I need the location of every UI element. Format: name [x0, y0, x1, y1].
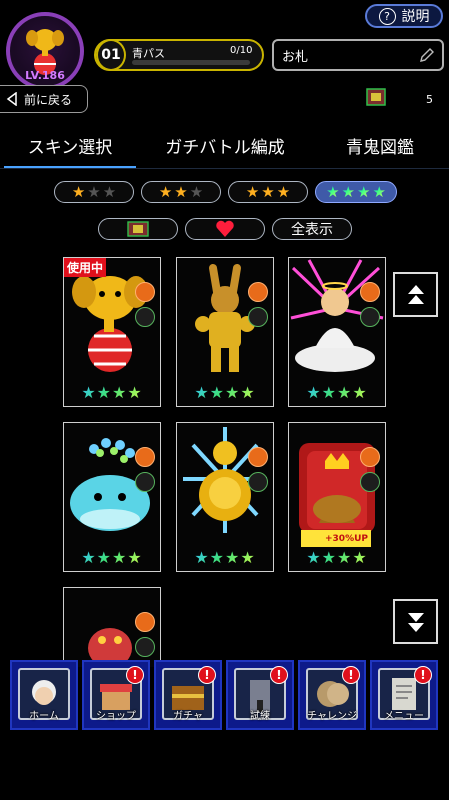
bottom-navigation: ホーム ! ショップ ! ガチャ ! 試練 ! チャレンジ ! メニュー	[0, 660, 449, 732]
tab-blue-oni-book[interactable]: 青鬼図鑑	[320, 134, 440, 164]
card-rarity-stars: ★★★★	[81, 383, 143, 402]
skin-card-lion[interactable]: ★★★★	[176, 422, 274, 572]
nav-menu[interactable]: ! メニュー	[370, 660, 438, 730]
help-button[interactable]: ? 説明	[365, 4, 443, 28]
coin-icon	[135, 282, 155, 302]
filter-1-star[interactable]: ★ ★ ★	[54, 181, 134, 203]
scroll-down-button[interactable]	[393, 599, 438, 644]
help-label: 説明	[401, 9, 430, 25]
skin-card-red-oni[interactable]	[63, 587, 161, 667]
ticket-badge-icon	[360, 307, 380, 327]
trial-alert-icon: !	[270, 666, 288, 684]
card-rarity-stars: ★★★★	[81, 548, 143, 567]
star-icon: ★	[71, 182, 86, 201]
skin-card-poop-king[interactable]: +30%UP ★★★★	[288, 422, 386, 572]
nav-shop-label: ショップ	[96, 711, 136, 722]
double-down-arrow-icon	[407, 612, 424, 632]
star-icon: ★	[102, 182, 117, 201]
coin-icon	[248, 447, 268, 467]
filter-show-all[interactable]: 全表示	[272, 218, 352, 240]
boost-badge: +30%UP	[301, 530, 371, 547]
star-icon: ★	[158, 182, 173, 201]
star-icon: ★	[245, 182, 260, 201]
player-avatar[interactable]: LV.186	[6, 12, 84, 90]
card-rarity-stars: ★★★★	[194, 548, 256, 567]
coin-icon	[135, 447, 155, 467]
star-icon: ★	[87, 182, 101, 201]
nav-trial[interactable]: ! 試練	[226, 660, 294, 730]
star-icon: ★	[189, 182, 204, 201]
star-icon: ★	[372, 182, 386, 201]
nav-challenge[interactable]: ! チャレンジ	[298, 660, 366, 730]
question-icon: ?	[378, 7, 396, 25]
name-value: お札	[282, 49, 309, 65]
star-icon: ★	[341, 182, 355, 201]
coin-icon	[135, 612, 155, 632]
double-up-arrow-icon	[407, 284, 424, 304]
scroll-up-button[interactable]	[393, 272, 438, 317]
ticket-icon	[366, 88, 386, 106]
ticket-badge-icon	[248, 472, 268, 492]
filter-3-star[interactable]: ★ ★ ★	[228, 181, 308, 203]
name-field[interactable]: お札	[272, 39, 444, 71]
in-use-badge: 使用中	[64, 258, 107, 277]
gacha-alert-icon: !	[198, 666, 216, 684]
skin-card-kangaroo[interactable]: ★★★★	[176, 257, 274, 407]
card-rarity-stars: ★★★★	[306, 383, 368, 402]
ticket-count: 5	[426, 93, 433, 106]
skin-card-elephant[interactable]: 使用中 ★★★★	[63, 257, 161, 407]
nav-shop[interactable]: ! ショップ	[82, 660, 150, 730]
pass-level-badge: 01	[96, 39, 126, 71]
ticket-badge-icon	[135, 472, 155, 492]
pass-label: 青パス	[132, 47, 165, 60]
ticket-icon	[127, 221, 149, 237]
pass-count: 0/10	[230, 45, 253, 56]
card-rarity-stars: ★★★★	[194, 383, 256, 402]
skin-card-god[interactable]: ★★★★	[288, 257, 386, 407]
nav-gacha-label: ガチャ	[173, 711, 203, 722]
back-arrow-icon	[6, 92, 17, 106]
filter-4-star[interactable]: ★ ★ ★ ★	[315, 181, 397, 203]
star-icon: ★	[261, 182, 275, 201]
back-label: 前に戻る	[24, 92, 73, 107]
nav-home[interactable]: ホーム	[10, 660, 78, 730]
nav-menu-label: メニュー	[384, 711, 424, 722]
coin-icon	[248, 282, 268, 302]
tab-gachi-battle[interactable]: ガチバトル編成	[150, 134, 300, 164]
star-icon: ★	[174, 182, 188, 201]
back-button[interactable]: 前に戻る	[0, 85, 88, 113]
player-level: LV.186	[25, 69, 65, 82]
coin-icon	[360, 447, 380, 467]
star-icon: ★	[357, 182, 371, 201]
star-icon: ★	[326, 182, 340, 201]
ticket-badge-icon	[360, 472, 380, 492]
ticket-badge-icon	[248, 307, 268, 327]
pencil-icon[interactable]	[418, 46, 436, 64]
coin-icon	[360, 282, 380, 302]
nav-home-label: ホーム	[29, 711, 59, 722]
filter-2-star[interactable]: ★ ★ ★	[141, 181, 221, 203]
nav-challenge-label: チャレンジ	[307, 711, 357, 722]
shop-alert-icon: !	[126, 666, 144, 684]
ticket-badge-icon	[135, 637, 155, 657]
skin-card-whale[interactable]: ★★★★	[63, 422, 161, 572]
filter-heart-type[interactable]	[185, 218, 265, 240]
ticket-badge-icon	[135, 307, 155, 327]
filter-ticket-type[interactable]	[98, 218, 178, 240]
heart-icon	[216, 220, 234, 237]
pass-progress-bar	[132, 60, 250, 65]
menu-alert-icon: !	[414, 666, 432, 684]
nav-gacha[interactable]: ! ガチャ	[154, 660, 222, 730]
challenge-alert-icon: !	[342, 666, 360, 684]
tab-divider	[0, 168, 449, 169]
tab-skin-select[interactable]: スキン選択	[4, 134, 136, 164]
star-icon: ★	[276, 182, 291, 201]
card-rarity-stars: ★★★★	[306, 548, 368, 567]
nav-trial-label: 試練	[250, 711, 270, 722]
blue-pass-bar[interactable]: 01 青パス 0/10	[94, 39, 264, 71]
